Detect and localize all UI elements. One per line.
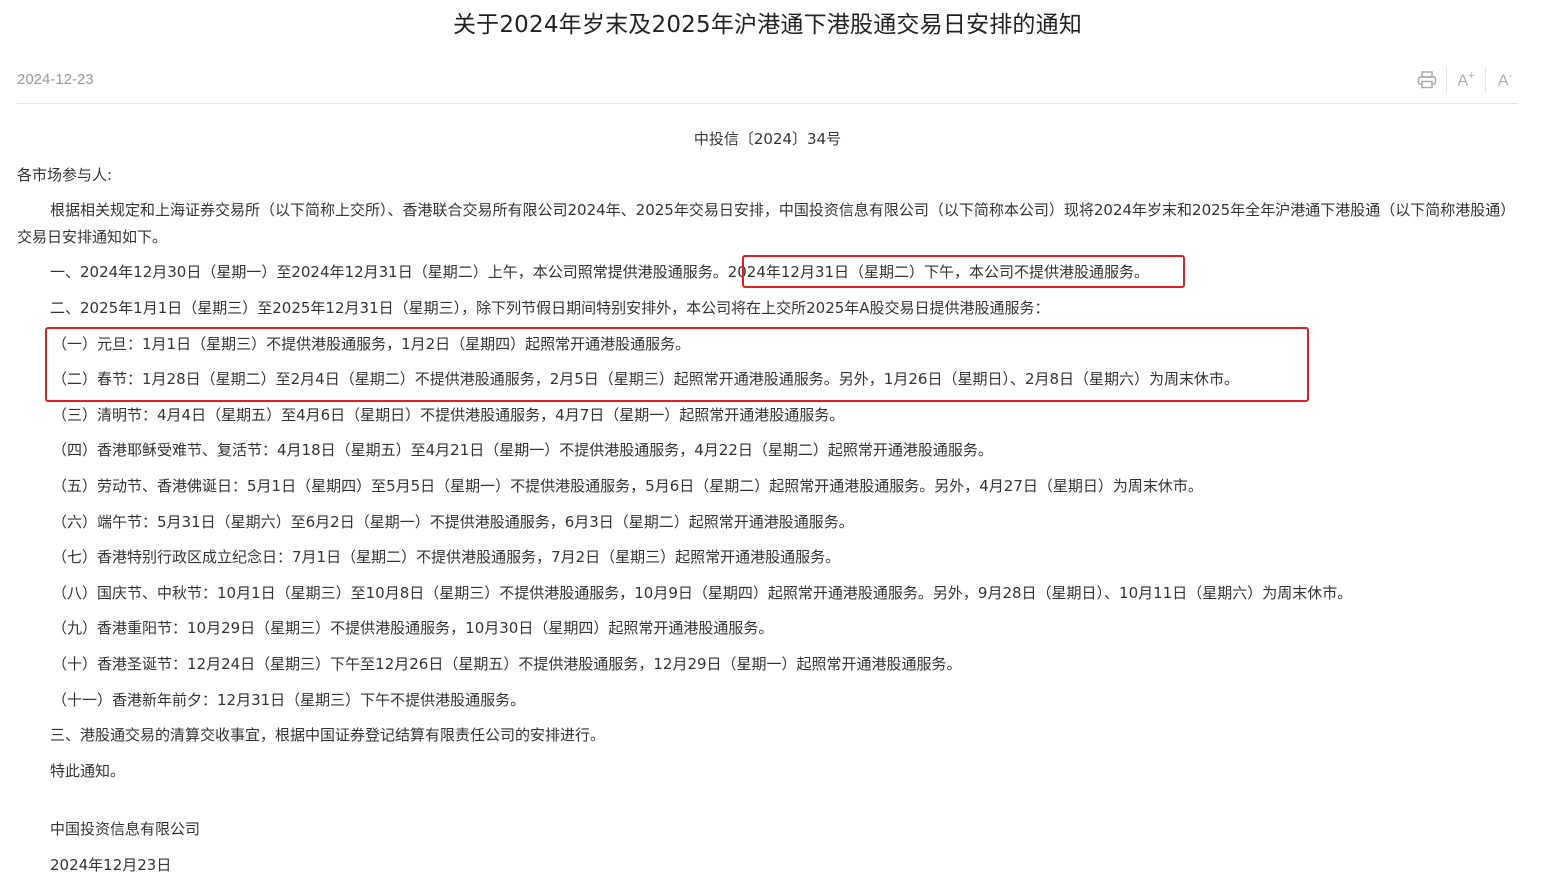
holiday-item: （十一）香港新年前夕：12月31日（星期三）下午不提供港股通服务。 — [52, 691, 526, 709]
item-1-text: 一、2024年12月30日（星期一）至2024年12月31日（星期二）上午，本公… — [50, 263, 728, 281]
font-decrease-icon: A- — [1497, 69, 1513, 90]
print-button[interactable] — [1408, 64, 1446, 96]
print-icon — [1417, 71, 1437, 89]
font-increase-button[interactable]: A+ — [1447, 64, 1485, 96]
font-increase-icon: A+ — [1457, 69, 1475, 90]
holiday-item: （三）清明节：4月4日（星期五）至4月6日（星期日）不提供港股通服务，4月7日（… — [52, 406, 845, 424]
signature-date: 2024年12月23日 — [50, 856, 172, 874]
header-divider — [17, 103, 1518, 104]
holiday-item: （五）劳动节、香港佛诞日：5月1日（星期四）至5月5日（星期一）不提供港股通服务… — [52, 477, 1203, 495]
item-2: 二、2025年1月1日（星期三）至2025年12月31日（星期三），除下列节假日… — [50, 299, 1050, 317]
holiday-item: （八）国庆节、中秋节：10月1日（星期三）至10月8日（星期三）不提供港股通服务… — [52, 584, 1353, 602]
holiday-item: （七）香港特别行政区成立纪念日：7月1日（星期二）不提供港股通服务，7月2日（星… — [52, 548, 841, 566]
holiday-item: （四）香港耶稣受难节、复活节：4月18日（星期五）至4月21日（星期一）不提供港… — [52, 441, 993, 459]
document-number: 中投信〔2024〕34号 — [693, 130, 842, 148]
article-toolbar: A+ A- — [1408, 64, 1524, 96]
intro-paragraph: 根据相关规定和上海证券交易所（以下简称上交所）、香港联合交易所有限公司2024年… — [17, 201, 1516, 246]
highlight-box-afternoon — [742, 255, 1185, 288]
font-decrease-button[interactable]: A- — [1486, 64, 1524, 96]
holiday-item: （六）端午节：5月31日（星期六）至6月2日（星期一）不提供港股通服务，6月3日… — [52, 513, 854, 531]
holiday-item: （九）香港重阳节：10月29日（星期三）不提供港股通服务，10月30日（星期四）… — [52, 619, 774, 637]
item-3: 三、港股通交易的清算交收事宜，根据中国证券登记结算有限责任公司的安排进行。 — [50, 726, 606, 744]
salutation: 各市场参与人: — [17, 166, 113, 184]
closing-text: 特此通知。 — [50, 762, 126, 780]
highlight-box-new-year-spring — [45, 327, 1309, 402]
signature-org: 中国投资信息有限公司 — [50, 820, 201, 838]
publish-date: 2024-12-23 — [17, 71, 94, 88]
holiday-item: （十）香港圣诞节：12月24日（星期三）下午至12月26日（星期五）不提供港股通… — [52, 655, 962, 673]
page-title: 关于2024年岁末及2025年沪港通下港股通交易日安排的通知 — [452, 12, 1083, 38]
